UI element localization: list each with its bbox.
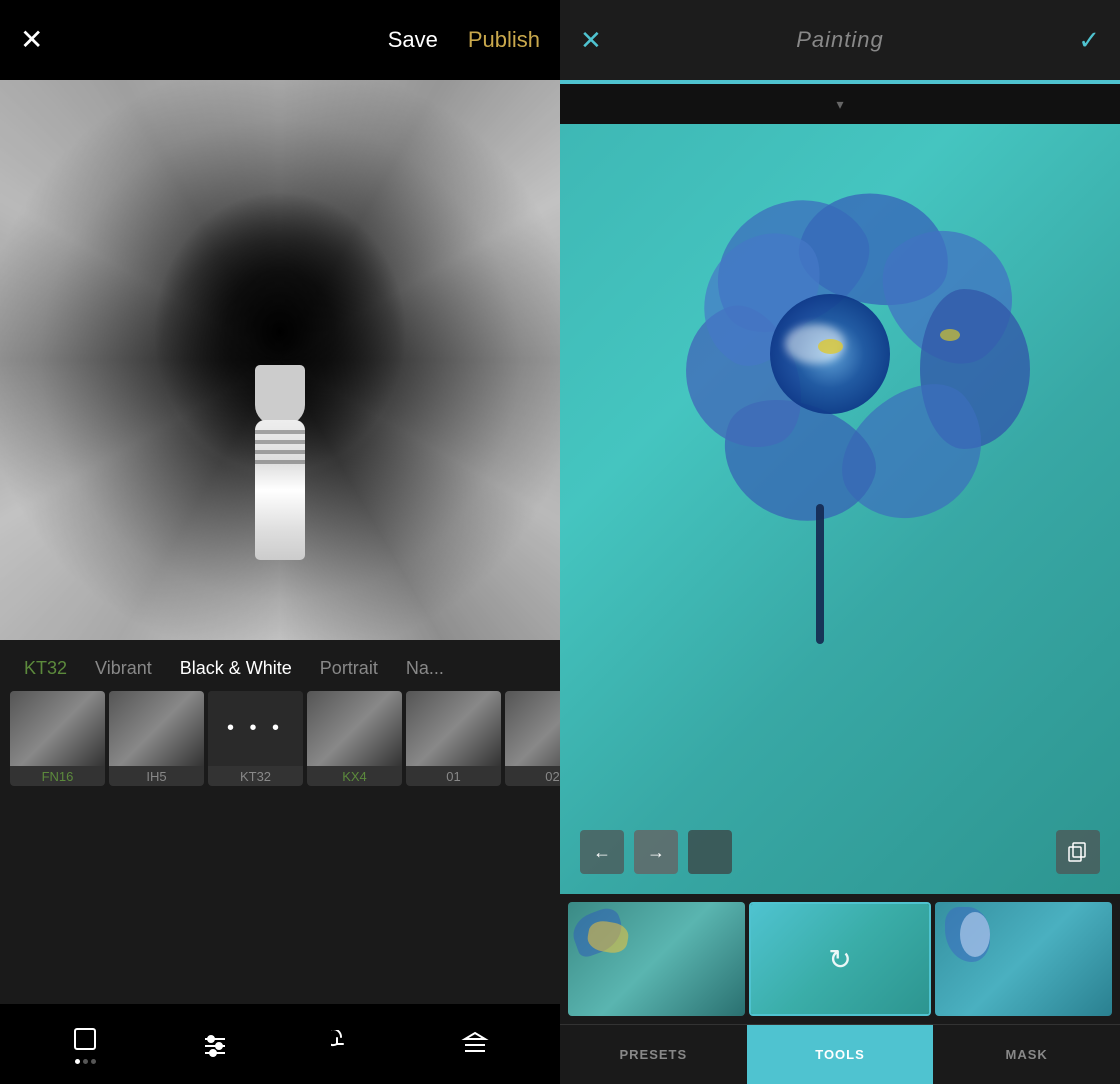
thumb-content-3 [935,902,1112,1016]
toolbar-dots-frame [75,1059,96,1064]
tab-mask[interactable]: MASK [933,1025,1120,1084]
thumb-label-kx4: KX4 [307,766,402,786]
left-panel: ✕ Save Publish KT32 Vib [0,0,560,1084]
thumb-img-02 [505,691,560,766]
layers-icon-btn[interactable] [461,1030,489,1058]
thumb-img-ih5 [109,691,204,766]
save-button[interactable]: Save [388,27,438,53]
nav-arrows: ← → [580,830,732,874]
publish-button[interactable]: Publish [468,27,540,53]
bottom-thumb-3[interactable] [935,902,1112,1016]
bw-image-bg [0,80,560,640]
filter-thumbnails: FN16 IH5 • • • KT32 KX4 01 [0,691,560,786]
flower-artwork [640,174,1040,654]
painting-canvas: ← → [560,124,1120,894]
bottom-tab-bar: PRESETS TOOLS MASK [560,1024,1120,1084]
right-header: ✕ Painting ✓ [560,0,1120,80]
sliders-icon-btn[interactable] [201,1030,229,1058]
thumb-content-2: ↻ [751,904,928,1014]
dark-bar: ▾ [560,84,1120,124]
thumb-img-kx4 [307,691,402,766]
stem-container [805,504,835,654]
nav-indicator [688,830,732,874]
tab-tools[interactable]: TOOLS [747,1025,934,1084]
history-icon-btn[interactable] [331,1030,359,1058]
filter-thumb-02[interactable]: 02 [505,691,560,786]
filter-thumb-kx4[interactable]: KX4 [307,691,402,786]
right-panel: ✕ Painting ✓ ▾ ← [560,0,1120,1084]
filter-cat-portrait[interactable]: Portrait [306,658,392,679]
flower-stem [816,504,824,644]
left-header: ✕ Save Publish [0,0,560,80]
thumb-label-kt32: KT32 [208,766,303,786]
yellow-accent-2 [940,329,960,341]
thumb-content-1 [568,902,745,1016]
close-button[interactable]: ✕ [20,26,43,54]
main-photo [0,80,560,640]
frame-icon-btn[interactable] [71,1025,99,1064]
child-hair [255,365,305,425]
bottom-toolbar [0,1004,560,1084]
filter-cat-vibrant[interactable]: Vibrant [81,658,166,679]
bottom-thumbnails: ↻ [560,894,1120,1024]
filter-thumb-01[interactable]: 01 [406,691,501,786]
chevron-down-icon: ▾ [836,96,843,113]
right-close-button[interactable]: ✕ [580,25,602,56]
filter-cat-blackwhite[interactable]: Black & White [166,658,306,679]
thumb-label-02: 02 [505,766,560,786]
child-body [255,420,305,560]
thumb-img-01 [406,691,501,766]
thumb-label-ih5: IH5 [109,766,204,786]
filter-thumb-fn16[interactable]: FN16 [10,691,105,786]
filter-categories: KT32 Vibrant Black & White Portrait Na..… [0,650,560,691]
bottom-thumb-1[interactable] [568,902,745,1016]
bottom-thumb-2[interactable]: ↻ [749,902,930,1016]
tab-presets[interactable]: PRESETS [560,1025,747,1084]
copy-button[interactable] [1056,830,1100,874]
yellow-accent-1 [818,339,843,354]
nav-back-button[interactable]: ← [580,830,624,874]
thumb-dots: • • • [208,691,303,766]
thumb-arrow-icon: ↻ [828,943,851,976]
thumb-label-fn16: FN16 [10,766,105,786]
nav-forward-button[interactable]: → [634,830,678,874]
filter-cat-natural[interactable]: Na... [392,658,458,679]
thumb-img-fn16 [10,691,105,766]
child-figure [235,360,325,560]
right-panel-title: Painting [796,27,884,53]
filter-thumb-kt32[interactable]: • • • KT32 [208,691,303,786]
filter-cat-kt32[interactable]: KT32 [10,658,81,679]
right-confirm-button[interactable]: ✓ [1078,25,1100,56]
header-actions: Save Publish [388,27,540,53]
thumb-label-01: 01 [406,766,501,786]
filter-area: KT32 Vibrant Black & White Portrait Na..… [0,640,560,1004]
filter-thumb-ih5[interactable]: IH5 [109,691,204,786]
